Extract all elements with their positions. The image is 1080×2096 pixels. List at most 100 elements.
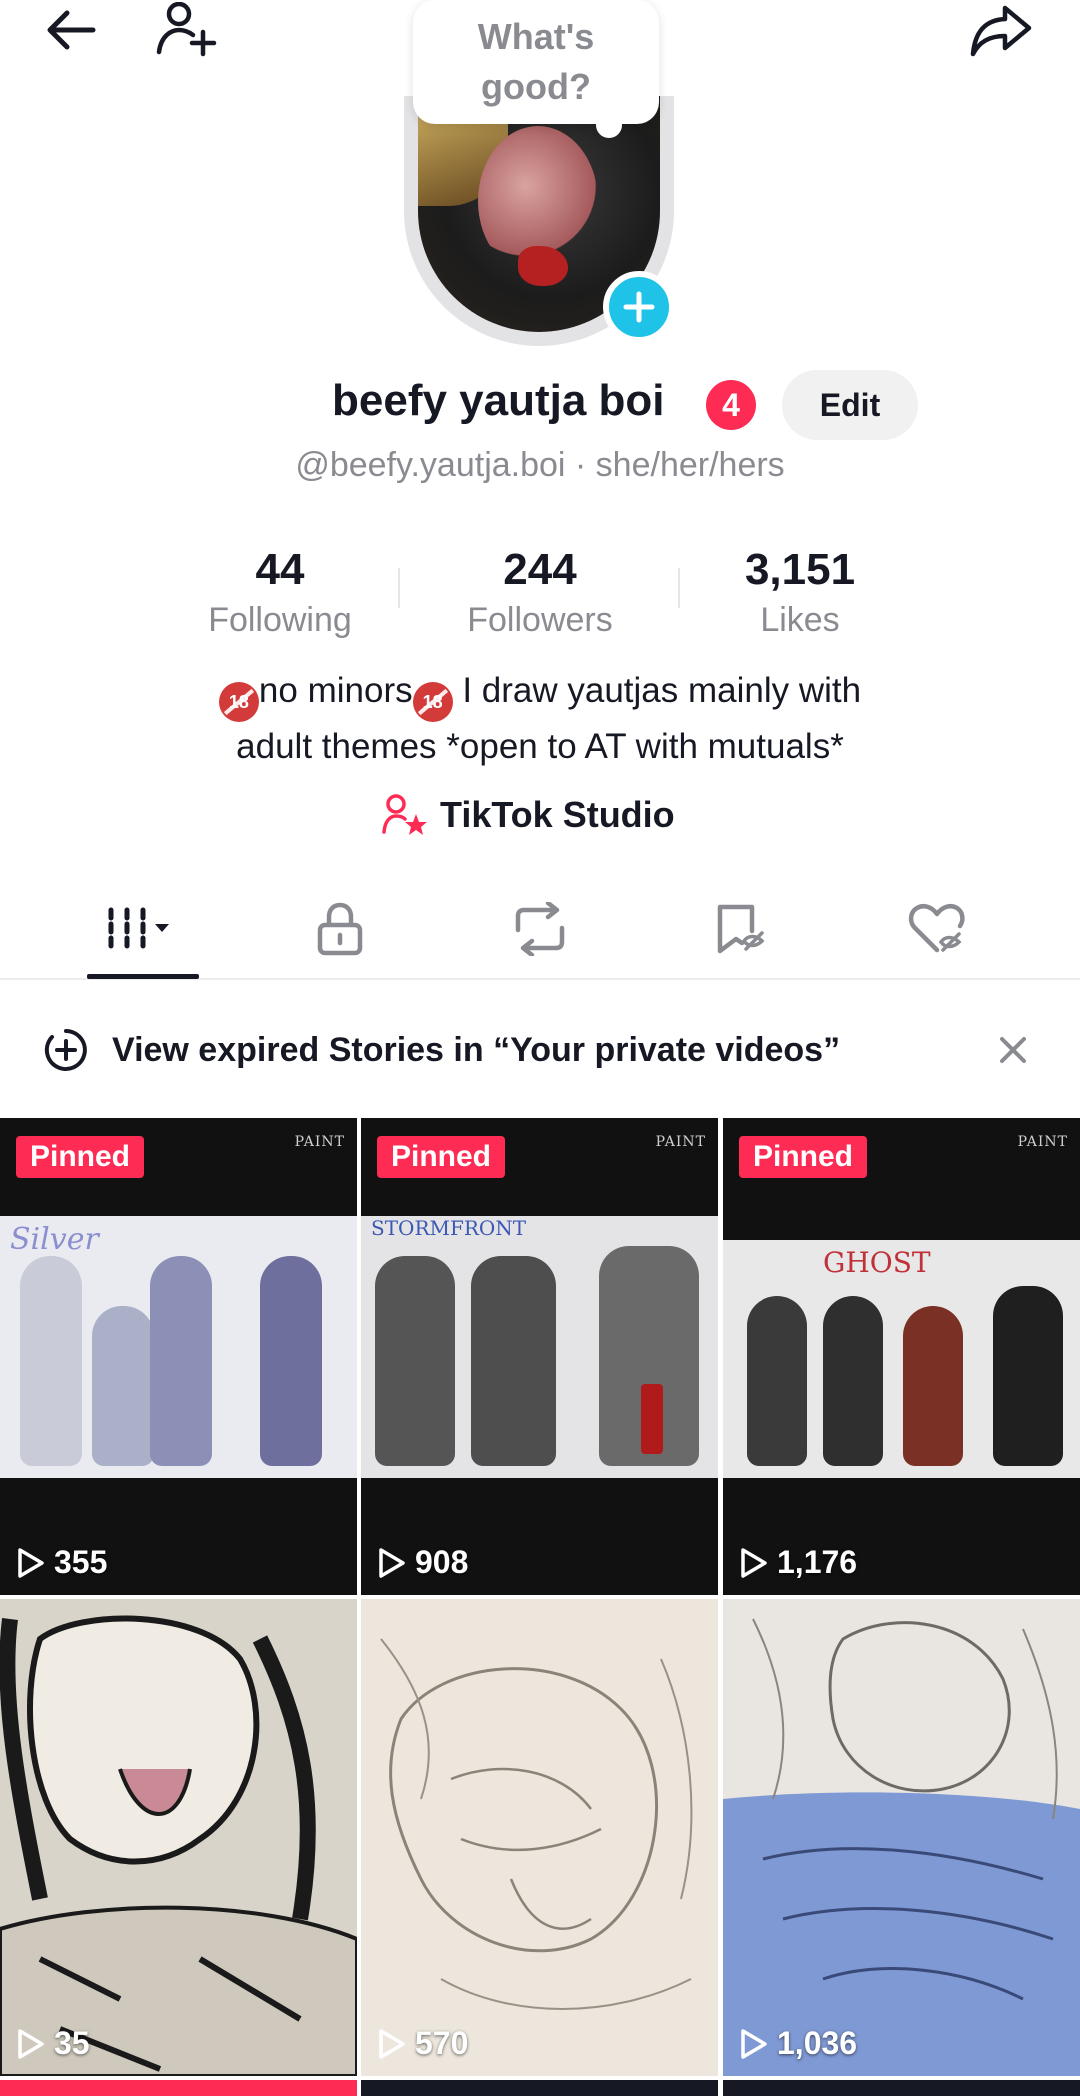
tab-reposts[interactable] [480, 880, 600, 978]
sheet-title: GHOST [823, 1246, 931, 1279]
bio-line-2: adult themes *open to AT with mutuals* [236, 727, 844, 766]
person-star-icon [382, 794, 427, 835]
stat-value: 3,151 [744, 545, 856, 594]
view-count: 1,176 [739, 1544, 857, 1581]
thumbnail-art [380, 1638, 693, 2010]
edit-profile-button[interactable]: Edit [782, 370, 918, 440]
thumbnail-art [723, 1618, 1080, 2076]
figure [823, 1296, 883, 1466]
thumbnail-art: STORMFRONT [361, 1216, 718, 1478]
profile-stats: 44 Following 244 Followers 3,151 Likes [150, 542, 930, 642]
video-thumbnail[interactable]: 570 [361, 1599, 718, 2076]
figure [260, 1256, 322, 1466]
thumbnail-art [0, 1615, 357, 2076]
watermark: PAINT [1017, 1134, 1068, 1150]
tab-videos[interactable] [83, 880, 203, 978]
view-count: 908 [377, 1544, 468, 1581]
repost-icon [515, 902, 565, 956]
stat-divider [398, 568, 400, 608]
tab-liked[interactable] [877, 880, 997, 978]
tab-favorites[interactable] [680, 880, 800, 978]
sheet-title: Silver [10, 1222, 99, 1257]
play-icon [379, 2028, 405, 2059]
bookmark-icon [717, 904, 765, 954]
bio-text: I draw yautjas mainly with [452, 671, 862, 710]
stat-divider [678, 568, 680, 608]
person-plus-icon[interactable] [152, 0, 222, 60]
video-thumbnail[interactable]: 35 [0, 1599, 357, 2076]
video-thumbnail[interactable]: GHOST Pinned PAINT 1,176 [723, 1118, 1080, 1595]
note-text: What's good? [477, 16, 595, 107]
lock-icon [317, 902, 363, 956]
studio-label: TikTok Studio [440, 794, 675, 835]
view-count: 355 [16, 1544, 107, 1581]
active-tab-indicator [87, 974, 199, 979]
videos-grid-icon [108, 907, 169, 951]
view-count-value: 570 [415, 2025, 469, 2061]
figure [20, 1256, 82, 1466]
profile-handle: @beefy.yautja.boi · she/her/hers [295, 446, 785, 484]
view-count: 35 [16, 2025, 90, 2062]
figure [471, 1256, 556, 1466]
add-story-button[interactable] [603, 271, 675, 343]
arrow-left-icon[interactable] [36, 0, 106, 60]
stat-value: 244 [503, 545, 577, 594]
notification-badge[interactable]: 4 [706, 380, 756, 430]
pinned-badge: Pinned [16, 1136, 145, 1178]
video-thumbnail[interactable]: Silver Pinned PAINT 355 [0, 1118, 357, 1595]
view-count-value: 908 [415, 1544, 469, 1580]
profile-name: beefy yautja boi [332, 376, 665, 425]
avatar-art [518, 246, 568, 286]
view-count-value: 355 [54, 1544, 108, 1580]
play-icon [18, 1547, 44, 1578]
plus-icon [623, 291, 655, 323]
profile-name-row: beefy yautja boi 4 Edit [0, 370, 1080, 440]
play-icon [741, 2028, 767, 2059]
no-minors-icon: 18 [412, 682, 453, 722]
next-row-peek [723, 2080, 1080, 2096]
stat-following[interactable]: 44 Following [150, 542, 410, 642]
note-bubble-tail [596, 112, 622, 138]
view-count-value: 1,176 [777, 1544, 858, 1580]
figure [375, 1256, 455, 1466]
thumbnail-art: Silver [0, 1216, 357, 1478]
play-icon [379, 1547, 405, 1578]
play-icon [18, 2028, 44, 2059]
view-count-value: 35 [54, 2025, 90, 2061]
profile-bio: 18 no minors 18 I draw yautjas mainly with… [0, 666, 1080, 772]
liked-icon [908, 904, 965, 953]
figure [641, 1384, 663, 1454]
play-icon [741, 1547, 767, 1578]
sheet-title: STORMFRONT [371, 1216, 527, 1240]
note-bubble[interactable]: What's good? [413, 0, 659, 124]
close-icon[interactable] [996, 1033, 1030, 1067]
watermark: PAINT [294, 1134, 345, 1150]
pinned-badge: Pinned [377, 1136, 506, 1178]
figure [150, 1256, 212, 1466]
stat-followers[interactable]: 244 Followers [410, 542, 670, 642]
figure [993, 1286, 1063, 1466]
view-count: 1,036 [739, 2025, 857, 2062]
view-count: 570 [377, 2025, 468, 2062]
next-row-peek [361, 2080, 718, 2096]
stat-label: Followers [467, 601, 613, 639]
stat-label: Following [208, 601, 352, 639]
next-row-peek [0, 2080, 357, 2096]
view-count-value: 1,036 [777, 2025, 858, 2061]
share-arrow-icon[interactable] [966, 0, 1036, 60]
figure [903, 1306, 963, 1466]
tiktok-studio-link[interactable]: TikTok Studio [382, 790, 675, 840]
bio-text: no minors [258, 671, 413, 710]
figure [92, 1306, 154, 1466]
stat-label: Likes [760, 601, 840, 639]
watermark: PAINT [655, 1134, 706, 1150]
expired-stories-banner[interactable]: View expired Stories in “Your private vi… [0, 1010, 1080, 1090]
tab-private[interactable] [280, 880, 400, 978]
figure [747, 1296, 807, 1466]
video-thumbnail[interactable]: STORMFRONT Pinned PAINT 908 [361, 1118, 718, 1595]
story-plus-icon [44, 1029, 87, 1071]
stat-value: 44 [255, 545, 305, 594]
video-thumbnail[interactable]: 1,036 [723, 1599, 1080, 2076]
bio-line-1: 18 no minors 18 I draw yautjas mainly with [0, 666, 1080, 722]
stat-likes[interactable]: 3,151 Likes [670, 542, 930, 642]
